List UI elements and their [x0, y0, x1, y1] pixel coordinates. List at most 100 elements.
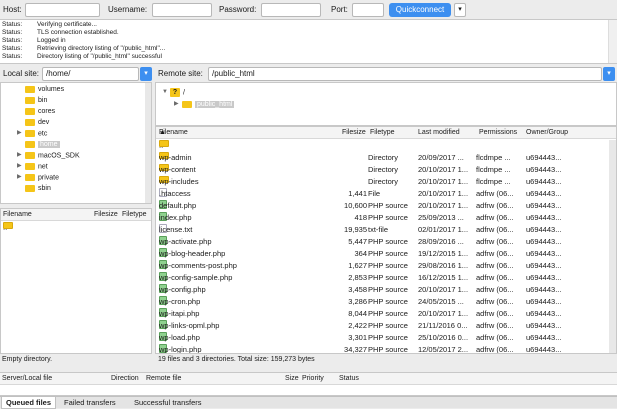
remote-file-row[interactable]: wp-cron.php 3,286 PHP source 24/05/2015 ...…: [156, 296, 608, 308]
queue-col-size[interactable]: Size: [285, 373, 299, 385]
remote-file-row[interactable]: wp-config-sample.php 2,853 PHP source 16/12…: [156, 272, 608, 284]
remote-file-row[interactable]: wp-content Directory 20/10/2017 1... flcdmp…: [156, 164, 608, 176]
folder-icon: [25, 174, 35, 181]
remote-file-name: wp-config.php: [159, 285, 206, 294]
remote-file-owner: u694443...: [526, 165, 562, 174]
remote-col-permissions[interactable]: Permissions: [479, 127, 517, 139]
local-tree-item[interactable]: cores: [17, 106, 55, 117]
expand-arrow-icon[interactable]: ▶: [174, 99, 182, 110]
expand-arrow-icon[interactable]: ▶: [17, 150, 25, 161]
local-tree-label: bin: [38, 97, 48, 104]
remote-file-size: 1,627: [348, 261, 367, 270]
remote-file-row[interactable]: ..: [156, 140, 608, 152]
host-label: Host:: [3, 5, 22, 14]
remote-file-modified: 29/08/2016 1...: [418, 261, 469, 270]
remote-col-owner-group[interactable]: Owner/Group: [526, 127, 568, 139]
remote-file-name: wp-links-opml.php: [159, 321, 220, 330]
remote-file-type: txt-file: [368, 225, 389, 234]
folder-icon: [25, 118, 35, 126]
queue-col-server-local-file[interactable]: Server/Local file: [2, 373, 52, 385]
local-tree-item[interactable]: ▶ etc: [17, 128, 47, 139]
remote-file-permissions: adfrw (06...: [476, 309, 514, 318]
remote-file-name: wp-content: [159, 165, 196, 174]
remote-file-name: wp-activate.php: [159, 237, 212, 246]
port-input[interactable]: [352, 3, 384, 17]
remote-file-row[interactable]: wp-login.php 34,327 PHP source 12/05/2017 2…: [156, 344, 608, 354]
expand-arrow-icon[interactable]: ▼: [162, 87, 170, 98]
quickconnect-history-dropdown[interactable]: ▾: [454, 3, 466, 17]
remote-file-type: Directory: [368, 153, 399, 162]
log-status-label: Status:: [2, 53, 23, 60]
remote-file-type: PHP source: [368, 297, 408, 306]
queue-col-priority[interactable]: Priority: [302, 373, 324, 385]
remote-file-row[interactable]: wp-comments-post.php 1,627 PHP source 29/08…: [156, 260, 608, 272]
expand-arrow-icon[interactable]: ▶: [17, 128, 25, 139]
remote-file-size: 34,327: [344, 345, 367, 354]
expand-arrow-icon[interactable]: ▶: [17, 172, 25, 183]
tab-failed-transfers[interactable]: Failed transfers: [60, 397, 120, 409]
remote-col-filesize[interactable]: Filesize: [342, 127, 366, 139]
log-scrollbar[interactable]: [608, 20, 617, 63]
local-col-filetype[interactable]: Filetype: [122, 209, 147, 221]
remote-list-scrollbar[interactable]: [609, 140, 616, 353]
local-tree-scrollbar[interactable]: [145, 83, 151, 203]
remote-file-row[interactable]: wp-config.php 3,458 PHP source 20/10/2017 1…: [156, 284, 608, 296]
tab-successful-transfers[interactable]: Successful transfers: [130, 397, 206, 409]
host-input[interactable]: [25, 3, 100, 17]
local-site-path[interactable]: /home/: [42, 67, 139, 81]
remote-file-name: wp-blog-header.php: [159, 249, 226, 258]
expand-arrow-icon[interactable]: ▶: [17, 161, 25, 172]
local-site-dropdown[interactable]: ▾: [140, 67, 152, 81]
local-col-filesize[interactable]: Filesize: [94, 209, 118, 221]
remote-site-label: Remote site:: [158, 69, 203, 78]
queue-col-status[interactable]: Status: [339, 373, 359, 385]
remote-site-path[interactable]: /public_html: [208, 67, 602, 81]
remote-file-permissions: adfrw (06...: [476, 297, 514, 306]
queue-col-remote-file[interactable]: Remote file: [146, 373, 181, 385]
remote-file-owner: u694443...: [526, 201, 562, 210]
remote-file-row[interactable]: wp-activate.php 5,447 PHP source 28/09/2016…: [156, 236, 608, 248]
remote-file-row[interactable]: index.php 418 PHP source 25/09/2013 ... adfr…: [156, 212, 608, 224]
remote-file-size: 19,935: [344, 225, 367, 234]
remote-file-name: ..: [159, 141, 164, 150]
local-tree-item[interactable]: ▶ macOS_SDK: [17, 150, 80, 161]
remote-list-header: Filename ▲ Filesize Filetype Last modifi…: [156, 127, 616, 139]
queue-col-direction[interactable]: Direction: [111, 373, 139, 385]
remote-file-row[interactable]: license.txt 19,935 txt-file 02/01/2017 1...…: [156, 224, 608, 236]
local-tree-item[interactable]: volumes: [17, 84, 64, 95]
remote-file-size: 3,301: [348, 333, 367, 342]
remote-file-permissions: adfrw (06...: [476, 249, 514, 258]
remote-tree-item[interactable]: ▼? /: [162, 87, 185, 98]
remote-col-filetype[interactable]: Filetype: [370, 127, 395, 139]
remote-file-type: PHP source: [368, 237, 408, 246]
remote-tree-item[interactable]: ▶ public_html: [174, 99, 235, 110]
local-tree-item[interactable]: dev: [17, 117, 49, 128]
username-input[interactable]: [152, 3, 212, 17]
remote-file-row[interactable]: wp-includes Directory 20/10/2017 1... flcdm…: [156, 176, 608, 188]
remote-col-last-modified[interactable]: Last modified: [418, 127, 460, 139]
remote-file-row[interactable]: default.php 10,600 PHP source 20/10/2017 1.…: [156, 200, 608, 212]
local-tree-label: sbin: [38, 185, 51, 192]
remote-file-row[interactable]: .htaccess 1,441 File 20/10/2017 1... adfrw (…: [156, 188, 608, 200]
local-tree-item[interactable]: ▶ private: [17, 172, 59, 183]
local-tree-item[interactable]: bin: [17, 95, 47, 106]
password-input[interactable]: [261, 3, 321, 17]
remote-file-owner: u694443...: [526, 177, 562, 186]
remote-file-permissions: adfrw (06...: [476, 285, 514, 294]
quickconnect-button[interactable]: Quickconnect: [389, 3, 451, 17]
local-tree-item[interactable]: ▶ net: [17, 161, 48, 172]
tab-queued-files[interactable]: Queued files: [1, 397, 57, 409]
remote-file-row[interactable]: wp-blog-header.php 364 PHP source 19/12/201…: [156, 248, 608, 260]
remote-file-row[interactable]: wp-load.php 3,301 PHP source 25/10/2016 0..…: [156, 332, 608, 344]
local-tree-label: net: [38, 163, 48, 171]
remote-site-dropdown[interactable]: ▾: [603, 67, 615, 81]
remote-file-owner: u694443...: [526, 285, 562, 294]
remote-file-row[interactable]: wp-links-opml.php 2,422 PHP source 21/11/20…: [156, 320, 608, 332]
local-tree-item[interactable]: home: [17, 139, 60, 150]
local-col-filename[interactable]: Filename: [3, 209, 32, 221]
remote-file-row[interactable]: wp-admin Directory 20/09/2017 ... flcdmpe .…: [156, 152, 608, 164]
remote-tree-label: /: [183, 89, 185, 97]
remote-file-name: wp-comments-post.php: [159, 261, 237, 270]
local-tree-item[interactable]: sbin: [17, 183, 51, 194]
remote-file-row[interactable]: wp-itapi.php 8,044 PHP source 20/10/2017 1.…: [156, 308, 608, 320]
